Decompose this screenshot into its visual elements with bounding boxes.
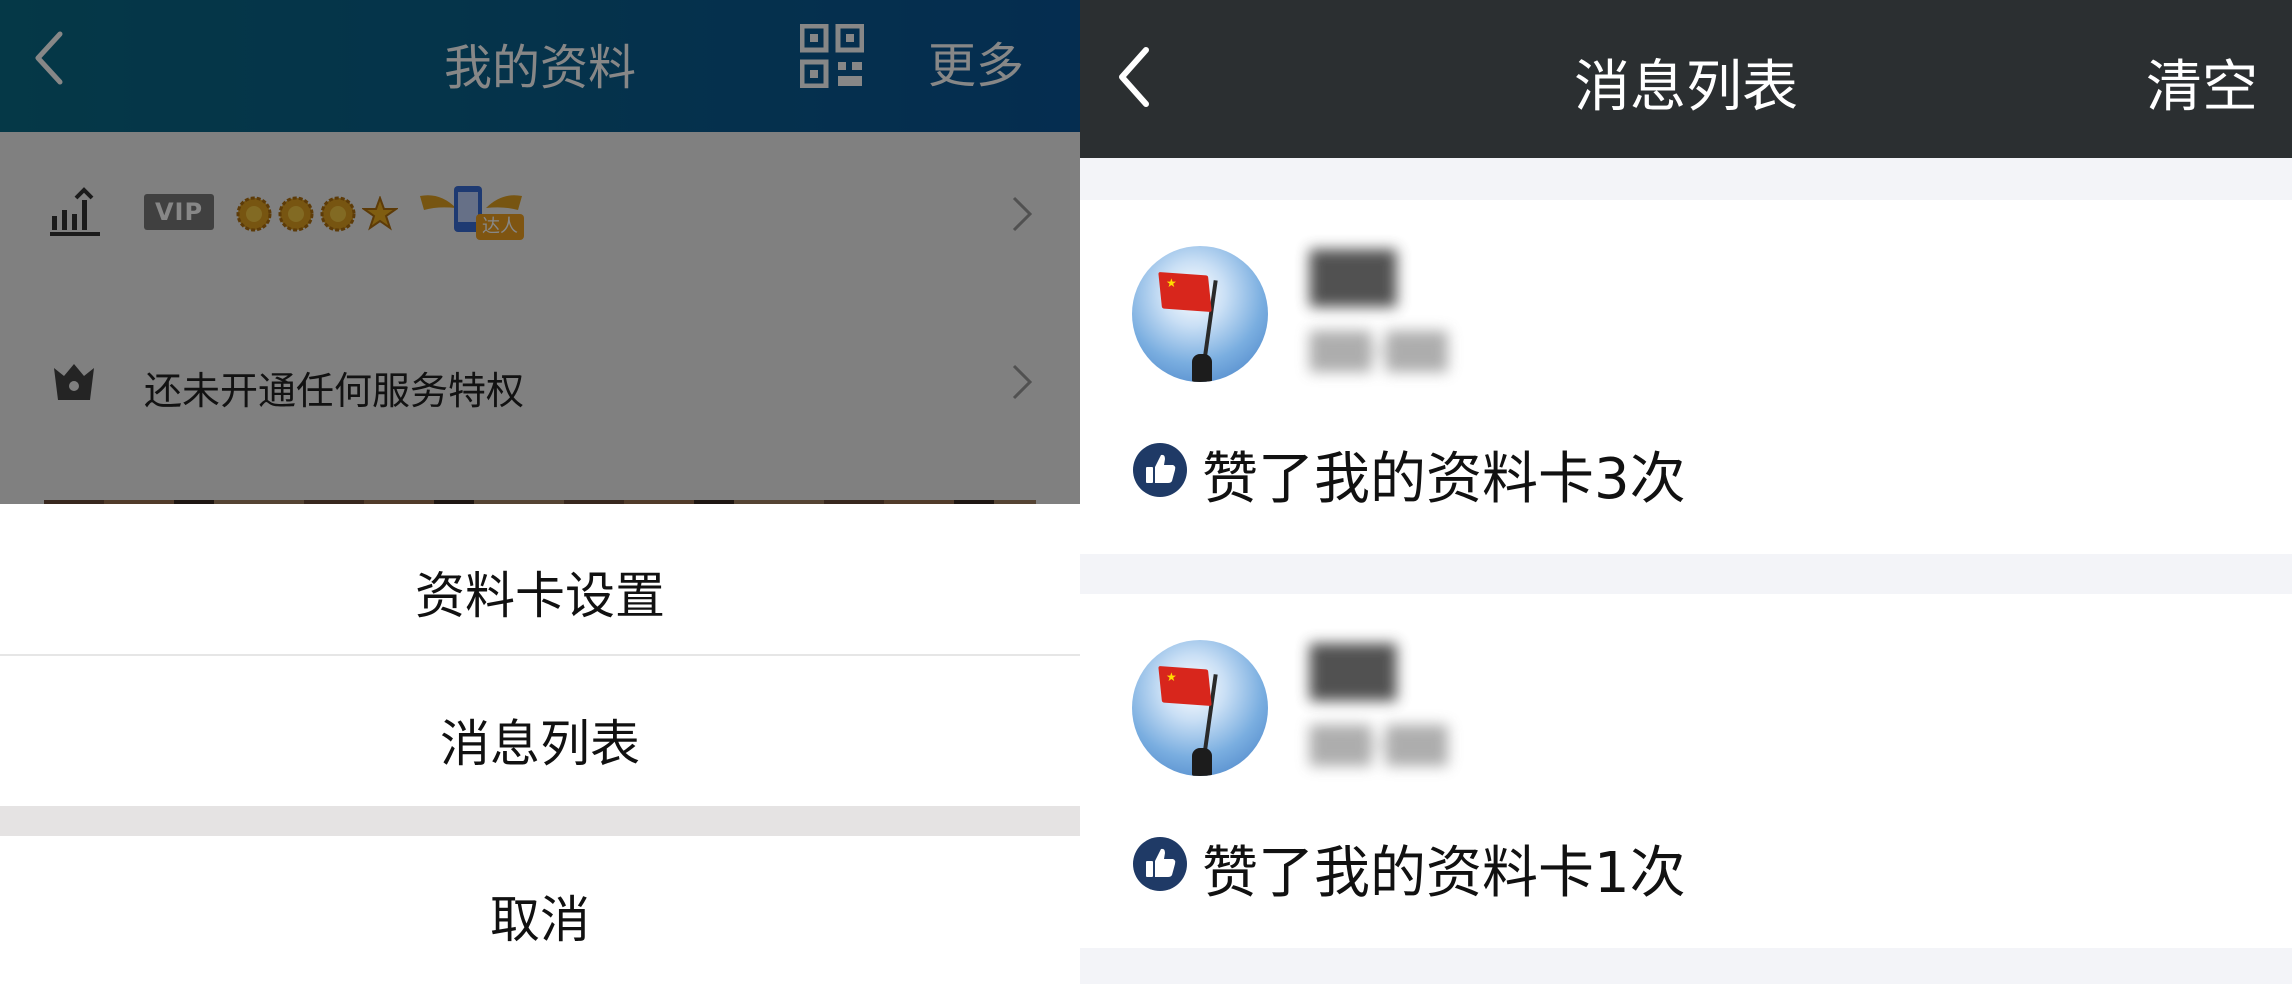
message-item[interactable]: ★ ▇▇ ▇▇-▇▇ 赞了我的资料卡1次 bbox=[1080, 594, 2292, 948]
avatar[interactable]: ★ bbox=[1132, 640, 1268, 776]
page-title: 消息列表 bbox=[1574, 55, 1798, 120]
clear-button[interactable]: 清空 bbox=[2146, 42, 2258, 123]
sender-name: ▇▇ bbox=[1310, 242, 1397, 307]
thumbs-up-icon bbox=[1133, 443, 1187, 497]
hand bbox=[1192, 354, 1212, 382]
message-list-option[interactable]: 消息列表 bbox=[0, 704, 1080, 776]
cancel-button[interactable]: 取消 bbox=[0, 880, 1080, 952]
hand bbox=[1192, 748, 1212, 776]
sender-name: ▇▇ bbox=[1310, 636, 1397, 701]
profile-card-settings-option[interactable]: 资料卡设置 bbox=[0, 556, 1080, 628]
divider bbox=[0, 654, 1080, 656]
message-item[interactable]: ★ ▇▇ ▇▇-▇▇ 赞了我的资料卡3次 bbox=[1080, 200, 2292, 554]
sheet-separator bbox=[0, 806, 1080, 836]
message-list-screen: 消息列表 清空 ★ ▇▇ ▇▇-▇▇ 赞了我的资料卡3次 ★ ▇▇ ▇▇-▇▇ bbox=[1080, 0, 2292, 984]
thumbs-up-icon bbox=[1133, 837, 1187, 891]
like-message-text: 赞了我的资料卡3次 bbox=[1202, 447, 1686, 512]
message-time: ▇▇-▇▇ bbox=[1310, 720, 1448, 766]
flag-star-icon: ★ bbox=[1166, 276, 1177, 290]
message-time: ▇▇-▇▇ bbox=[1310, 326, 1448, 372]
profile-screen: 我的资料 更多 VIP 达人 还未开通任何服务特权 资料卡设置 消息列表 取消 bbox=[0, 0, 1080, 984]
dim-overlay[interactable] bbox=[0, 0, 1080, 504]
message-list-header: 消息列表 清空 bbox=[1080, 0, 2292, 158]
flag-star-icon: ★ bbox=[1166, 670, 1177, 684]
avatar[interactable]: ★ bbox=[1132, 246, 1268, 382]
like-message-text: 赞了我的资料卡1次 bbox=[1202, 841, 1686, 906]
action-sheet: 资料卡设置 消息列表 取消 bbox=[0, 504, 1080, 984]
